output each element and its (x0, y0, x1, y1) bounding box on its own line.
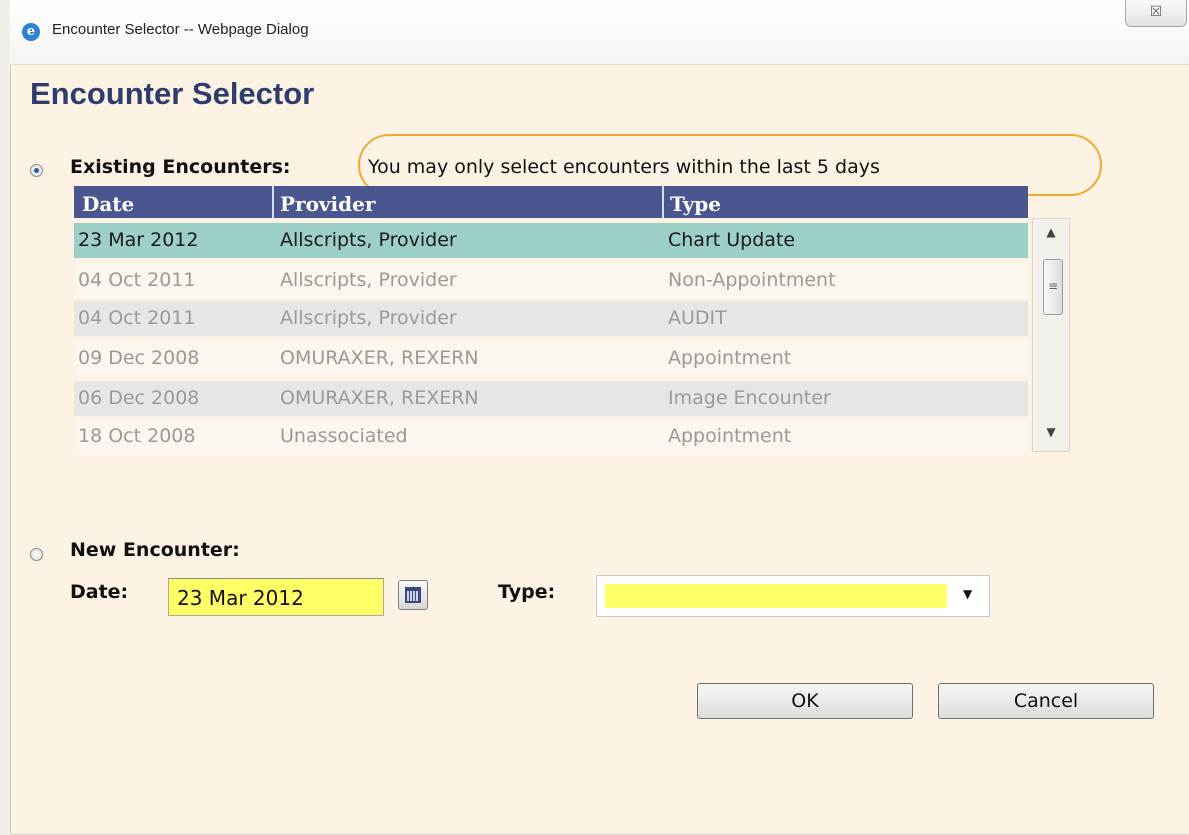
scroll-up-arrow-icon[interactable]: ▲ (1033, 225, 1069, 239)
row-provider: Allscripts, Provider (280, 269, 457, 291)
existing-encounters-radio[interactable] (30, 164, 43, 177)
row-provider: Allscripts, Provider (280, 229, 457, 251)
encounter-grid: Date Provider Type 23 Mar 2012 Allscript… (74, 186, 1070, 456)
window-title: Encounter Selector -- Webpage Dialog (52, 21, 309, 38)
table-row[interactable]: 09 Dec 2008 OMURAXER, REXERN Appointment (74, 341, 1028, 376)
row-type: Appointment (668, 425, 792, 447)
existing-encounters-label: Existing Encounters: (70, 156, 291, 178)
column-header-provider[interactable]: Provider (272, 186, 664, 218)
row-provider: Allscripts, Provider (280, 307, 457, 329)
table-row[interactable]: 18 Oct 2008 Unassociated Appointment (74, 419, 1028, 454)
date-input[interactable]: 23 Mar 2012 (168, 578, 384, 616)
row-type: Appointment (668, 347, 792, 369)
dialog-heading: Encounter Selector (30, 76, 315, 111)
column-header-date[interactable]: Date (82, 186, 270, 218)
row-provider: OMURAXER, REXERN (280, 387, 479, 409)
row-date: 23 Mar 2012 (78, 229, 199, 251)
row-provider: Unassociated (280, 425, 408, 447)
grid-scrollbar[interactable]: ▲ ≡ ▼ (1032, 218, 1070, 452)
window-left-edge (0, 0, 11, 835)
chevron-down-icon[interactable]: ▼ (963, 587, 972, 601)
row-date: 04 Oct 2011 (78, 269, 196, 291)
row-type: Image Encounter (668, 387, 831, 409)
grid-header: Date Provider Type (74, 186, 1028, 218)
type-select[interactable]: ▼ (596, 575, 990, 617)
table-row[interactable]: 23 Mar 2012 Allscripts, Provider Chart U… (74, 223, 1028, 258)
table-row[interactable]: 04 Oct 2011 Allscripts, Provider AUDIT (74, 301, 1028, 336)
close-button[interactable]: ☒ (1125, 0, 1187, 27)
scroll-down-arrow-icon[interactable]: ▼ (1033, 425, 1069, 439)
scroll-thumb[interactable]: ≡ (1043, 259, 1063, 315)
row-type: Non-Appointment (668, 269, 836, 291)
row-date: 09 Dec 2008 (78, 347, 200, 369)
internet-explorer-icon: e (22, 23, 40, 41)
row-date: 04 Oct 2011 (78, 307, 196, 329)
row-type: Chart Update (668, 229, 796, 251)
title-bar: e Encounter Selector -- Webpage Dialog ☒ (10, 0, 1189, 65)
new-encounter-label: New Encounter: (70, 539, 240, 561)
type-select-value (605, 584, 947, 608)
cancel-button[interactable]: Cancel (938, 683, 1154, 719)
column-header-type[interactable]: Type (662, 186, 1030, 218)
row-date: 18 Oct 2008 (78, 425, 196, 447)
calendar-button[interactable] (398, 580, 428, 610)
row-type: AUDIT (668, 307, 727, 329)
date-label: Date: (70, 581, 129, 603)
row-provider: OMURAXER, REXERN (280, 347, 479, 369)
table-row[interactable]: 06 Dec 2008 OMURAXER, REXERN Image Encou… (74, 381, 1028, 416)
type-label: Type: (498, 581, 556, 603)
calendar-icon (405, 587, 421, 603)
new-encounter-radio[interactable] (30, 548, 43, 561)
row-date: 06 Dec 2008 (78, 387, 200, 409)
table-row[interactable]: 04 Oct 2011 Allscripts, Provider Non-App… (74, 263, 1028, 298)
ok-button[interactable]: OK (697, 683, 913, 719)
